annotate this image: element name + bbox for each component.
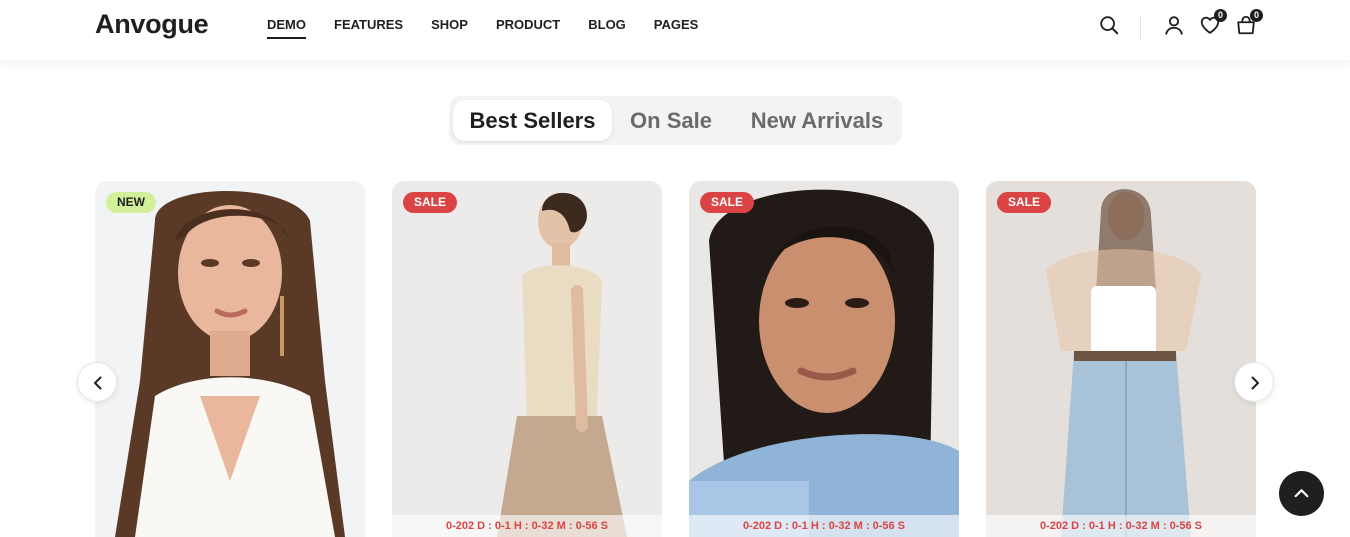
product-card[interactable]: SALE 0-202 D : 0-1 H : 0-32 M : 0-56 S bbox=[986, 181, 1256, 537]
nav-item-shop[interactable]: SHOP bbox=[431, 17, 468, 39]
nav-item-product[interactable]: PRODUCT bbox=[496, 17, 560, 39]
sale-countdown: 0-202 D : 0-1 H : 0-32 M : 0-56 S bbox=[986, 515, 1256, 537]
user-icon[interactable] bbox=[1163, 14, 1185, 36]
cart-button[interactable]: 0 bbox=[1235, 9, 1263, 36]
product-card[interactable]: SALE 0-202 D : 0-1 H : 0-32 M : 0-56 S bbox=[392, 181, 662, 537]
wishlist-count-badge: 0 bbox=[1214, 9, 1227, 22]
main-nav: DEMO FEATURES SHOP PRODUCT BLOG PAGES bbox=[267, 17, 726, 39]
sale-badge: SALE bbox=[997, 192, 1052, 213]
sale-badge: SALE bbox=[403, 192, 458, 213]
nav-item-blog[interactable]: BLOG bbox=[588, 17, 626, 39]
product-image bbox=[392, 181, 662, 537]
sale-countdown: 0-202 D : 0-1 H : 0-32 M : 0-56 S bbox=[392, 515, 662, 537]
product-tabs: Best Sellers On Sale New Arrivals bbox=[449, 96, 902, 145]
cart-count-badge: 0 bbox=[1250, 9, 1263, 22]
product-image bbox=[986, 181, 1256, 537]
nav-item-features[interactable]: FEATURES bbox=[334, 17, 403, 39]
chevron-right-icon bbox=[1251, 376, 1259, 390]
scroll-to-top-button[interactable] bbox=[1279, 471, 1324, 516]
carousel-next-button[interactable] bbox=[1234, 362, 1274, 402]
site-header: Anvogue DEMO FEATURES SHOP PRODUCT BLOG … bbox=[0, 0, 1350, 60]
new-badge: NEW bbox=[106, 192, 156, 213]
tab-new-arrivals[interactable]: New Arrivals bbox=[739, 100, 895, 141]
product-card[interactable]: NEW bbox=[95, 181, 365, 537]
search-icon[interactable] bbox=[1098, 14, 1120, 36]
logo[interactable]: Anvogue bbox=[95, 9, 209, 40]
sale-badge: SALE bbox=[700, 192, 755, 213]
header-divider bbox=[1140, 15, 1141, 39]
tab-on-sale[interactable]: On Sale bbox=[619, 100, 723, 141]
product-image bbox=[95, 181, 365, 537]
chevron-left-icon bbox=[94, 376, 102, 390]
tab-best-sellers[interactable]: Best Sellers bbox=[453, 100, 612, 141]
product-image bbox=[689, 181, 959, 537]
chevron-up-icon bbox=[1294, 489, 1309, 498]
product-card[interactable]: SALE 0-202 D : 0-1 H : 0-32 M : 0-56 S bbox=[689, 181, 959, 537]
carousel-prev-button[interactable] bbox=[77, 362, 117, 402]
nav-item-demo[interactable]: DEMO bbox=[267, 17, 306, 39]
wishlist-button[interactable]: 0 bbox=[1199, 9, 1227, 36]
nav-item-pages[interactable]: PAGES bbox=[654, 17, 699, 39]
sale-countdown: 0-202 D : 0-1 H : 0-32 M : 0-56 S bbox=[689, 515, 959, 537]
